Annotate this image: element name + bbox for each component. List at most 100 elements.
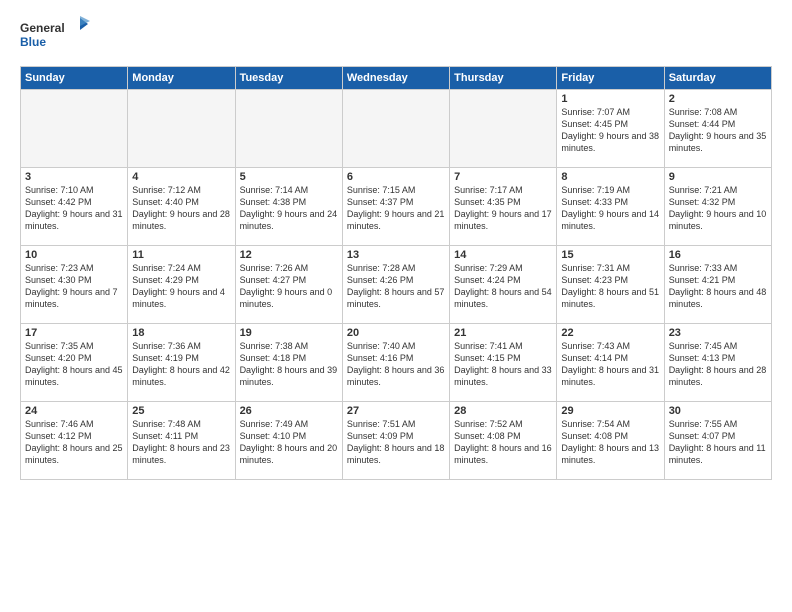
day-number: 25 xyxy=(132,405,230,417)
day-number: 6 xyxy=(347,171,445,183)
calendar-cell xyxy=(342,90,449,168)
calendar-cell: 16Sunrise: 7:33 AM Sunset: 4:21 PM Dayli… xyxy=(664,246,771,324)
day-info: Sunrise: 7:45 AM Sunset: 4:13 PM Dayligh… xyxy=(669,340,767,389)
calendar-cell: 25Sunrise: 7:48 AM Sunset: 4:11 PM Dayli… xyxy=(128,402,235,480)
day-info: Sunrise: 7:17 AM Sunset: 4:35 PM Dayligh… xyxy=(454,184,552,233)
week-row-2: 10Sunrise: 7:23 AM Sunset: 4:30 PM Dayli… xyxy=(21,246,772,324)
day-number: 21 xyxy=(454,327,552,339)
calendar-cell: 24Sunrise: 7:46 AM Sunset: 4:12 PM Dayli… xyxy=(21,402,128,480)
day-info: Sunrise: 7:35 AM Sunset: 4:20 PM Dayligh… xyxy=(25,340,123,389)
day-info: Sunrise: 7:41 AM Sunset: 4:15 PM Dayligh… xyxy=(454,340,552,389)
day-number: 29 xyxy=(561,405,659,417)
day-number: 10 xyxy=(25,249,123,261)
day-number: 5 xyxy=(240,171,338,183)
calendar-table: SundayMondayTuesdayWednesdayThursdayFrid… xyxy=(20,66,772,480)
calendar-cell: 21Sunrise: 7:41 AM Sunset: 4:15 PM Dayli… xyxy=(450,324,557,402)
calendar-cell: 30Sunrise: 7:55 AM Sunset: 4:07 PM Dayli… xyxy=(664,402,771,480)
calendar-cell: 10Sunrise: 7:23 AM Sunset: 4:30 PM Dayli… xyxy=(21,246,128,324)
day-number: 20 xyxy=(347,327,445,339)
page-header: General Blue xyxy=(20,16,772,56)
day-number: 19 xyxy=(240,327,338,339)
day-info: Sunrise: 7:19 AM Sunset: 4:33 PM Dayligh… xyxy=(561,184,659,233)
day-info: Sunrise: 7:48 AM Sunset: 4:11 PM Dayligh… xyxy=(132,418,230,467)
calendar-cell: 27Sunrise: 7:51 AM Sunset: 4:09 PM Dayli… xyxy=(342,402,449,480)
day-info: Sunrise: 7:28 AM Sunset: 4:26 PM Dayligh… xyxy=(347,262,445,311)
day-info: Sunrise: 7:33 AM Sunset: 4:21 PM Dayligh… xyxy=(669,262,767,311)
day-number: 28 xyxy=(454,405,552,417)
day-number: 8 xyxy=(561,171,659,183)
day-info: Sunrise: 7:54 AM Sunset: 4:08 PM Dayligh… xyxy=(561,418,659,467)
calendar-cell: 13Sunrise: 7:28 AM Sunset: 4:26 PM Dayli… xyxy=(342,246,449,324)
day-number: 14 xyxy=(454,249,552,261)
day-info: Sunrise: 7:26 AM Sunset: 4:27 PM Dayligh… xyxy=(240,262,338,311)
svg-text:General: General xyxy=(20,21,65,35)
day-info: Sunrise: 7:08 AM Sunset: 4:44 PM Dayligh… xyxy=(669,106,767,155)
day-number: 4 xyxy=(132,171,230,183)
weekday-header-tuesday: Tuesday xyxy=(235,67,342,90)
day-info: Sunrise: 7:55 AM Sunset: 4:07 PM Dayligh… xyxy=(669,418,767,467)
weekday-header-sunday: Sunday xyxy=(21,67,128,90)
day-info: Sunrise: 7:12 AM Sunset: 4:40 PM Dayligh… xyxy=(132,184,230,233)
day-number: 30 xyxy=(669,405,767,417)
day-number: 17 xyxy=(25,327,123,339)
day-info: Sunrise: 7:49 AM Sunset: 4:10 PM Dayligh… xyxy=(240,418,338,467)
calendar-cell: 15Sunrise: 7:31 AM Sunset: 4:23 PM Dayli… xyxy=(557,246,664,324)
calendar-cell: 2Sunrise: 7:08 AM Sunset: 4:44 PM Daylig… xyxy=(664,90,771,168)
calendar-cell xyxy=(21,90,128,168)
general-blue-logo: General Blue xyxy=(20,16,90,56)
week-row-1: 3Sunrise: 7:10 AM Sunset: 4:42 PM Daylig… xyxy=(21,168,772,246)
calendar-cell: 23Sunrise: 7:45 AM Sunset: 4:13 PM Dayli… xyxy=(664,324,771,402)
day-info: Sunrise: 7:15 AM Sunset: 4:37 PM Dayligh… xyxy=(347,184,445,233)
day-number: 27 xyxy=(347,405,445,417)
calendar-cell: 19Sunrise: 7:38 AM Sunset: 4:18 PM Dayli… xyxy=(235,324,342,402)
calendar-cell: 8Sunrise: 7:19 AM Sunset: 4:33 PM Daylig… xyxy=(557,168,664,246)
calendar-cell xyxy=(235,90,342,168)
day-info: Sunrise: 7:46 AM Sunset: 4:12 PM Dayligh… xyxy=(25,418,123,467)
calendar-cell: 1Sunrise: 7:07 AM Sunset: 4:45 PM Daylig… xyxy=(557,90,664,168)
day-info: Sunrise: 7:23 AM Sunset: 4:30 PM Dayligh… xyxy=(25,262,123,311)
page-container: General Blue SundayMondayTuesdayWednesda… xyxy=(0,0,792,490)
calendar-cell xyxy=(128,90,235,168)
day-number: 9 xyxy=(669,171,767,183)
calendar-cell: 5Sunrise: 7:14 AM Sunset: 4:38 PM Daylig… xyxy=(235,168,342,246)
day-info: Sunrise: 7:10 AM Sunset: 4:42 PM Dayligh… xyxy=(25,184,123,233)
day-info: Sunrise: 7:43 AM Sunset: 4:14 PM Dayligh… xyxy=(561,340,659,389)
day-info: Sunrise: 7:24 AM Sunset: 4:29 PM Dayligh… xyxy=(132,262,230,311)
calendar-cell: 7Sunrise: 7:17 AM Sunset: 4:35 PM Daylig… xyxy=(450,168,557,246)
calendar-cell: 14Sunrise: 7:29 AM Sunset: 4:24 PM Dayli… xyxy=(450,246,557,324)
week-row-4: 24Sunrise: 7:46 AM Sunset: 4:12 PM Dayli… xyxy=(21,402,772,480)
day-info: Sunrise: 7:29 AM Sunset: 4:24 PM Dayligh… xyxy=(454,262,552,311)
day-number: 2 xyxy=(669,93,767,105)
day-number: 11 xyxy=(132,249,230,261)
weekday-header-wednesday: Wednesday xyxy=(342,67,449,90)
day-info: Sunrise: 7:38 AM Sunset: 4:18 PM Dayligh… xyxy=(240,340,338,389)
calendar-cell xyxy=(450,90,557,168)
calendar-cell: 18Sunrise: 7:36 AM Sunset: 4:19 PM Dayli… xyxy=(128,324,235,402)
weekday-header-saturday: Saturday xyxy=(664,67,771,90)
calendar-cell: 11Sunrise: 7:24 AM Sunset: 4:29 PM Dayli… xyxy=(128,246,235,324)
day-info: Sunrise: 7:21 AM Sunset: 4:32 PM Dayligh… xyxy=(669,184,767,233)
calendar-cell: 4Sunrise: 7:12 AM Sunset: 4:40 PM Daylig… xyxy=(128,168,235,246)
weekday-header-row: SundayMondayTuesdayWednesdayThursdayFrid… xyxy=(21,67,772,90)
calendar-cell: 28Sunrise: 7:52 AM Sunset: 4:08 PM Dayli… xyxy=(450,402,557,480)
day-number: 23 xyxy=(669,327,767,339)
day-info: Sunrise: 7:36 AM Sunset: 4:19 PM Dayligh… xyxy=(132,340,230,389)
day-number: 1 xyxy=(561,93,659,105)
day-number: 16 xyxy=(669,249,767,261)
day-number: 22 xyxy=(561,327,659,339)
day-info: Sunrise: 7:40 AM Sunset: 4:16 PM Dayligh… xyxy=(347,340,445,389)
calendar-cell: 20Sunrise: 7:40 AM Sunset: 4:16 PM Dayli… xyxy=(342,324,449,402)
calendar-cell: 12Sunrise: 7:26 AM Sunset: 4:27 PM Dayli… xyxy=(235,246,342,324)
day-number: 13 xyxy=(347,249,445,261)
weekday-header-thursday: Thursday xyxy=(450,67,557,90)
day-info: Sunrise: 7:52 AM Sunset: 4:08 PM Dayligh… xyxy=(454,418,552,467)
day-number: 3 xyxy=(25,171,123,183)
svg-text:Blue: Blue xyxy=(20,35,46,49)
day-number: 15 xyxy=(561,249,659,261)
day-info: Sunrise: 7:07 AM Sunset: 4:45 PM Dayligh… xyxy=(561,106,659,155)
calendar-cell: 3Sunrise: 7:10 AM Sunset: 4:42 PM Daylig… xyxy=(21,168,128,246)
day-number: 26 xyxy=(240,405,338,417)
day-number: 7 xyxy=(454,171,552,183)
calendar-cell: 17Sunrise: 7:35 AM Sunset: 4:20 PM Dayli… xyxy=(21,324,128,402)
calendar-cell: 22Sunrise: 7:43 AM Sunset: 4:14 PM Dayli… xyxy=(557,324,664,402)
